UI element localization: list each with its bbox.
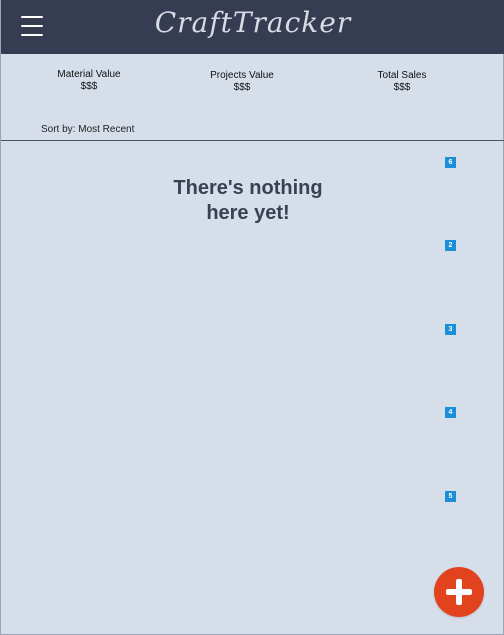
- page-badge[interactable]: 3: [445, 324, 456, 335]
- projects-value-label: Projects Value: [210, 70, 274, 81]
- projects-value-amount: $$$: [233, 82, 251, 93]
- page-badge[interactable]: 2: [445, 240, 456, 251]
- app-container: CraftTracker Material Value $$$ Projects…: [0, 0, 504, 635]
- sort-dropdown[interactable]: Sort by: Most Recent: [41, 124, 134, 135]
- add-project-button[interactable]: [434, 567, 484, 617]
- empty-state-line-2: here yet!: [206, 202, 290, 224]
- top-bar: CraftTracker: [1, 0, 504, 54]
- empty-state-line-1: There's nothing: [173, 177, 323, 199]
- app-logo: CraftTracker: [154, 6, 352, 39]
- material-value-amount: $$$: [80, 81, 98, 92]
- page-badge[interactable]: 4: [445, 407, 456, 418]
- material-value-stat: Material Value $$$: [29, 69, 149, 93]
- page-badge[interactable]: 5: [445, 491, 456, 502]
- total-sales-amount: $$$: [393, 82, 411, 93]
- material-value-label: Material Value: [57, 69, 121, 80]
- total-sales-stat: Total Sales $$$: [342, 70, 462, 94]
- stats-panel: Material Value $$$ Projects Value $$$ To…: [1, 54, 504, 141]
- total-sales-label: Total Sales: [377, 70, 427, 81]
- projects-value-stat: Projects Value $$$: [182, 70, 302, 94]
- page-badge[interactable]: 6: [445, 157, 456, 168]
- empty-state-message: There's nothing here yet!: [148, 176, 348, 226]
- plus-icon-vertical: [456, 579, 462, 605]
